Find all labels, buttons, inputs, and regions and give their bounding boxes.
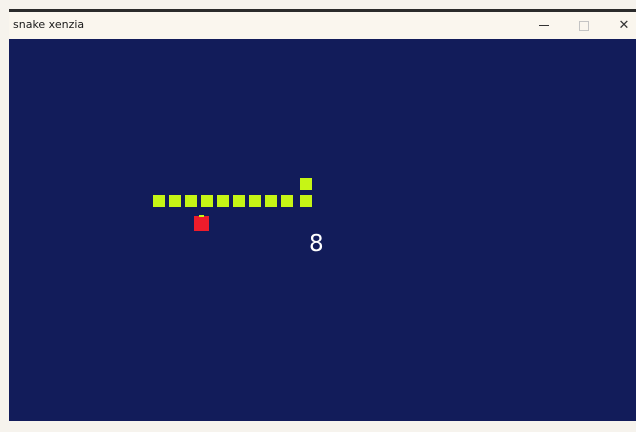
window-title: snake xenzia	[13, 18, 85, 31]
snake-segment	[217, 195, 229, 207]
maximize-icon	[579, 20, 589, 31]
app-window: snake xenzia ✕ 8	[0, 0, 636, 432]
snake-segment	[281, 195, 293, 207]
snake-segment	[249, 195, 261, 207]
minimize-icon	[539, 25, 549, 26]
window-bottom-edge	[0, 421, 636, 432]
food-apple	[194, 216, 209, 231]
snake-segment	[169, 195, 181, 207]
snake-segment	[300, 195, 312, 207]
snake-segment	[233, 195, 245, 207]
game-board[interactable]: 8	[9, 39, 636, 421]
close-icon: ✕	[618, 18, 630, 33]
snake-segment	[201, 195, 213, 207]
minimize-button[interactable]	[524, 12, 564, 39]
maximize-button[interactable]	[564, 12, 604, 39]
snake-segment	[265, 195, 277, 207]
close-button[interactable]: ✕	[604, 12, 636, 39]
title-bar[interactable]: snake xenzia ✕	[9, 12, 636, 39]
score-display: 8	[309, 231, 324, 257]
snake-segment	[153, 195, 165, 207]
snake-segment	[185, 195, 197, 207]
snake-head	[300, 178, 312, 190]
food-stem-icon	[199, 215, 204, 217]
